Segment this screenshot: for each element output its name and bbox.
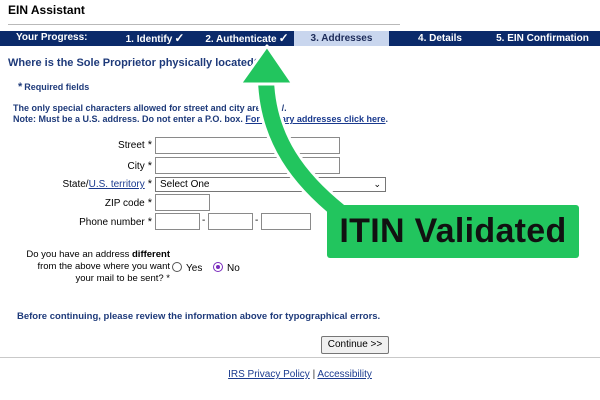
check-icon: ✓ [278, 31, 289, 45]
radio-yes[interactable]: Yes [172, 262, 202, 274]
radio-button-yes[interactable] [172, 262, 182, 272]
accessibility-link[interactable]: Accessibility [317, 369, 371, 380]
itin-validated-callout: ITIN Validated [327, 205, 579, 258]
phone-line-input[interactable] [261, 213, 311, 230]
phone-area-code-input[interactable] [155, 213, 200, 230]
different-address-question: Do you have an address different from th… [26, 249, 170, 284]
check-icon: ✓ [174, 31, 185, 45]
phone-prefix-input[interactable] [208, 213, 253, 230]
special-characters-note: The only special characters allowed for … [13, 103, 287, 113]
radio-no[interactable]: No [213, 262, 240, 274]
required-star: * [18, 81, 23, 93]
progress-step-details: 4. Details [418, 33, 462, 44]
progress-step-authenticate: 2. Authenticate ✓ [205, 31, 289, 45]
progress-step-identify: 1. Identify ✓ [125, 31, 185, 45]
state-label: State/U.S. territory * [62, 178, 152, 190]
military-addresses-link[interactable]: For military addresses click here [245, 114, 385, 124]
footer: IRS Privacy Policy | Accessibility [228, 369, 372, 380]
required-fields-note: * Required fields [18, 81, 90, 93]
title-divider [8, 24, 400, 25]
us-territory-link[interactable]: U.S. territory [89, 179, 145, 190]
progress-step-addresses: 3. Addresses [294, 31, 389, 46]
city-input[interactable] [155, 157, 340, 174]
phone-dash: - [255, 215, 259, 226]
continue-button[interactable]: Continue >> [321, 336, 389, 354]
zip-label: ZIP code * [104, 197, 152, 209]
state-select[interactable]: Select One ⌄ [155, 177, 386, 192]
city-label: City * [127, 160, 152, 172]
chevron-down-icon: ⌄ [373, 179, 381, 189]
radio-button-no[interactable] [213, 262, 223, 272]
zip-input[interactable] [155, 194, 210, 211]
review-note: Before continuing, please review the inf… [17, 311, 381, 322]
phone-dash: - [202, 215, 206, 226]
progress-bar: Your Progress: 1. Identify ✓ 2. Authentic… [0, 31, 600, 46]
progress-label: Your Progress: [16, 32, 88, 43]
us-address-note: Note: Must be a U.S. address. Do not ent… [13, 114, 388, 124]
footer-divider [0, 357, 600, 358]
phone-label: Phone number * [79, 216, 152, 228]
progress-step-ein-confirmation: 5. EIN Confirmation [496, 33, 589, 44]
street-label: Street * [118, 139, 152, 151]
app-title: EIN Assistant [8, 3, 85, 17]
callout-text: ITIN Validated [339, 212, 567, 250]
privacy-policy-link[interactable]: IRS Privacy Policy [228, 369, 310, 380]
page-question-heading: Where is the Sole Proprietor physically … [8, 57, 261, 69]
street-input[interactable] [155, 137, 340, 154]
